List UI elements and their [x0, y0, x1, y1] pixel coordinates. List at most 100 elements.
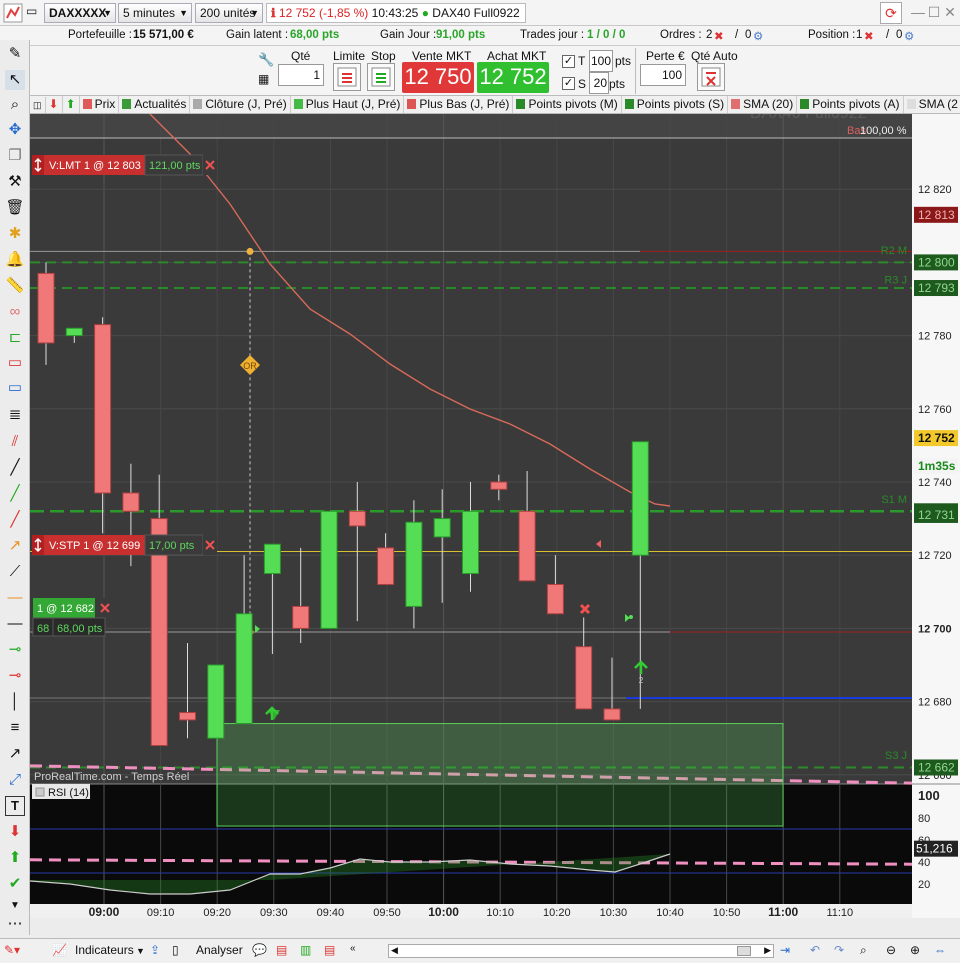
indicator-tab[interactable]: Plus Haut (J, Pré): [291, 96, 405, 113]
cursor-icon[interactable]: ↖: [5, 70, 25, 90]
indicator-tab[interactable]: Clôture (J, Pré): [190, 96, 291, 113]
line-red-icon[interactable]: ╱: [5, 510, 25, 530]
collapse-icon[interactable]: ◫: [30, 97, 46, 113]
line-black-icon[interactable]: ╱: [5, 458, 25, 478]
text-icon[interactable]: T: [5, 796, 25, 816]
copy-icon[interactable]: ❐: [5, 146, 25, 166]
buy-marker-icon[interactable]: ⬆: [63, 96, 80, 113]
candle-body: [405, 521, 423, 607]
list2-icon[interactable]: ▤: [324, 943, 335, 957]
channel-icon[interactable]: ⊏: [5, 328, 25, 348]
stop-order-button[interactable]: [367, 63, 395, 91]
target-checkbox[interactable]: ✓: [562, 55, 575, 68]
hline-green-icon[interactable]: ⊸: [5, 640, 25, 660]
indicator-tab[interactable]: Prix: [80, 96, 120, 113]
fibonacci-icon[interactable]: ≣: [5, 405, 25, 425]
scroll-thumb[interactable]: [737, 946, 751, 956]
hline-red-icon[interactable]: ⊸: [5, 666, 25, 686]
zoom-icon[interactable]: ⌕: [5, 95, 25, 115]
orders-value[interactable]: 2: [706, 29, 712, 41]
limit-order-button[interactable]: [333, 63, 361, 91]
window-menu-icon[interactable]: ▭: [26, 4, 42, 22]
arrow-up-green-icon[interactable]: ⬆: [5, 848, 25, 868]
redo-icon[interactable]: ↷: [834, 943, 844, 957]
undo-icon[interactable]: ↶: [810, 943, 820, 957]
list-icon[interactable]: ▤: [276, 943, 287, 957]
sell-market-button[interactable]: 12 750: [402, 62, 474, 93]
rectangle-blue-icon[interactable]: ▭: [5, 378, 25, 398]
close-button[interactable]: ✕: [940, 2, 960, 22]
analyse-icon[interactable]: ▯: [172, 943, 179, 957]
zoom-in-icon[interactable]: ⊕: [910, 943, 920, 957]
auto-qty-button[interactable]: [697, 63, 725, 91]
fib-text-icon[interactable]: ≡: [5, 718, 25, 738]
expand-icon[interactable]: ▼: [5, 896, 25, 916]
indicators-button[interactable]: Indicateurs: [75, 943, 134, 957]
rectangle-icon[interactable]: ▭: [5, 353, 25, 373]
zoom-fit-icon[interactable]: ⌕: [860, 943, 867, 958]
bell-icon[interactable]: 🔔: [5, 250, 25, 270]
more-icon[interactable]: ⋯: [5, 914, 25, 934]
indicator-tab[interactable]: SMA (2: [904, 96, 960, 113]
portfolio-value: 15 571,00 €: [133, 29, 194, 41]
units-select[interactable]: 200 unités ▼: [195, 3, 263, 23]
stop-checkbox[interactable]: ✓: [562, 77, 575, 90]
arrow-orange-icon[interactable]: ↗: [5, 536, 25, 556]
scroll-right-icon[interactable]: ▶: [764, 945, 771, 956]
scroll-end-icon[interactable]: ⇥: [780, 943, 790, 957]
hline-orange-icon[interactable]: —: [5, 588, 25, 608]
line-green-icon[interactable]: ╱: [5, 484, 25, 504]
wrench-icon[interactable]: 🔧: [258, 52, 274, 68]
close-position-icon[interactable]: ✖: [864, 29, 874, 43]
scroll-left-icon[interactable]: ◀: [391, 945, 398, 956]
indicator-tab[interactable]: Actualités: [119, 96, 191, 113]
ruler-icon[interactable]: 📏: [5, 276, 25, 296]
chevron-down-icon[interactable]: ▼: [136, 946, 145, 956]
refresh-icon[interactable]: ⟳: [880, 2, 902, 24]
timeframe-select[interactable]: 5 minutes ▼: [118, 3, 192, 23]
pitchfork-icon[interactable]: ⫽: [5, 432, 25, 452]
limit-label: Limite: [333, 49, 366, 63]
sell-marker-icon[interactable]: ⬇: [46, 96, 63, 113]
move-icon[interactable]: ✥: [5, 120, 25, 140]
indicators-icon[interactable]: 📈: [52, 943, 67, 957]
indicator-tab[interactable]: SMA (20): [728, 96, 798, 113]
zoom-out-icon[interactable]: ⊖: [886, 943, 896, 957]
pen-icon[interactable]: ✎: [5, 44, 25, 64]
buy-market-button[interactable]: 12 752: [477, 62, 549, 93]
stop-distance-input[interactable]: 20: [589, 72, 609, 94]
chat-icon[interactable]: 💬: [252, 943, 267, 957]
indicator-tab[interactable]: Plus Bas (J, Pré): [404, 96, 514, 113]
alert-magic-icon[interactable]: ✱: [5, 224, 25, 244]
instrument-select[interactable]: DAXXXXX ▼: [44, 3, 116, 23]
indicator-tab[interactable]: Points pivots (A): [797, 96, 904, 113]
horizontal-scrollbar[interactable]: ◀ ▶: [388, 944, 774, 958]
gear-icon[interactable]: ⚙: [904, 29, 914, 43]
cancel-orders-icon[interactable]: ✖: [714, 29, 724, 43]
gradient-icon[interactable]: ⤢: [5, 770, 25, 790]
link-icon[interactable]: ∞: [5, 302, 25, 322]
gear-icon[interactable]: ⚙: [753, 29, 763, 43]
arrow-down-red-icon[interactable]: ⬇: [5, 822, 25, 842]
qty-input[interactable]: 1: [278, 64, 324, 86]
share-icon[interactable]: ⇪: [150, 943, 160, 957]
target-input[interactable]: 100: [589, 50, 613, 72]
tools-icon[interactable]: ⚒: [5, 172, 25, 192]
vline-icon[interactable]: │: [5, 692, 25, 712]
zoom-reset-icon[interactable]: ⇔: [934, 943, 946, 957]
indicator-tab[interactable]: Points pivots (S): [622, 96, 729, 113]
checkmark-icon[interactable]: ✔: [5, 874, 25, 894]
analyse-button[interactable]: Analyser: [196, 943, 243, 957]
scroll-first-icon[interactable]: «: [350, 943, 356, 954]
compare-icon[interactable]: ▥: [300, 943, 311, 957]
chart-style-icon[interactable]: ✎▾: [4, 943, 20, 957]
loss-input[interactable]: 100: [640, 64, 686, 86]
stop-label: Stop: [371, 49, 396, 63]
hline-black-icon[interactable]: —: [5, 614, 25, 634]
indicator-tab[interactable]: Points pivots (M): [513, 96, 622, 113]
price-chart[interactable]: 09:00 09:10 09:20 09:30 09:40 09:50 10:00 10:10…: [30, 114, 960, 918]
arrow-line-icon[interactable]: ↗: [5, 744, 25, 764]
polyline-icon[interactable]: ⟋: [5, 562, 25, 582]
calculator-icon[interactable]: ▦: [258, 72, 274, 88]
trash-icon[interactable]: 🗑: [5, 198, 25, 218]
